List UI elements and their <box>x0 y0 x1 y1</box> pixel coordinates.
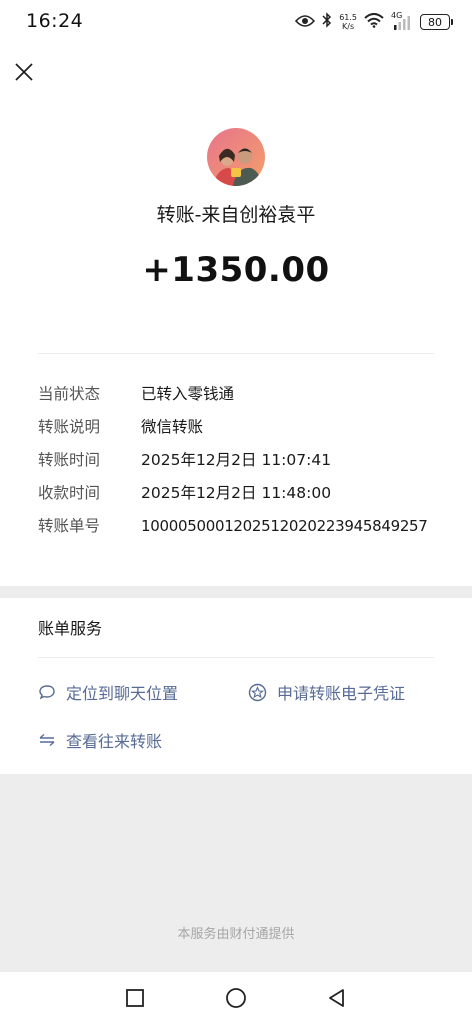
locate-chat-label: 定位到聊天位置 <box>66 684 179 703</box>
detail-value: 2025年12月2日 11:48:00 <box>141 484 332 502</box>
back-icon <box>329 989 344 1007</box>
certificate-icon <box>248 683 267 701</box>
divider <box>38 657 434 658</box>
chat-bubble-icon <box>39 685 55 700</box>
detail-row-transfer-id: 转账单号 1000050001202512020223945849257 <box>38 514 458 538</box>
close-icon <box>15 63 33 81</box>
detail-label: 转账时间 <box>38 451 101 469</box>
detail-label: 转账单号 <box>38 517 101 535</box>
detail-row-receive-time: 收款时间 2025年12月2日 11:48:00 <box>38 481 458 505</box>
detail-row-description: 转账说明 微信转账 <box>38 415 458 439</box>
back-button[interactable] <box>323 984 351 1012</box>
transfer-amount: +1350.00 <box>142 250 330 290</box>
detail-row-status: 当前状态 已转入零钱通 <box>38 382 458 406</box>
signal-icon: 4G <box>391 11 413 31</box>
bill-services-card: 账单服务 定位到聊天位置 申请转账电子凭证 查看往来转账 <box>0 598 472 774</box>
network-speed: 61.5 K/s <box>339 13 357 31</box>
detail-label: 收款时间 <box>38 484 101 502</box>
wifi-icon <box>364 12 384 32</box>
divider <box>38 353 434 354</box>
provider-note: 本服务由财付通提供 <box>177 927 295 942</box>
recent-apps-button[interactable] <box>121 984 149 1012</box>
services-heading: 账单服务 <box>38 619 103 638</box>
battery-indicator: 80 <box>420 14 453 30</box>
status-icons: 61.5 K/s 4G 80 <box>295 10 453 34</box>
home-button[interactable] <box>222 984 250 1012</box>
bluetooth-icon <box>322 12 332 32</box>
eye-icon <box>295 13 316 32</box>
avatar <box>207 128 265 186</box>
exchange-icon <box>39 733 55 747</box>
close-button[interactable] <box>10 58 38 86</box>
detail-label: 当前状态 <box>38 385 101 403</box>
recent-apps-icon <box>126 989 144 1007</box>
header-bar <box>0 44 472 100</box>
detail-value: 1000050001202512020223945849257 <box>141 517 428 535</box>
detail-row-transfer-time: 转账时间 2025年12月2日 11:07:41 <box>38 448 458 472</box>
detail-label: 转账说明 <box>38 418 101 436</box>
view-transfers-link[interactable]: 查看往来转账 <box>38 728 162 752</box>
detail-value: 2025年12月2日 11:07:41 <box>141 451 332 469</box>
status-time: 16:24 <box>26 10 84 32</box>
locate-chat-link[interactable]: 定位到聊天位置 <box>38 680 178 704</box>
view-transfers-label: 查看往来转账 <box>66 732 163 751</box>
transfer-title: 转账-来自创裕袁平 <box>156 204 316 226</box>
transfer-card: 转账-来自创裕袁平 +1350.00 当前状态 已转入零钱通 转账说明 微信转账… <box>0 100 472 586</box>
network-speed-unit: K/s <box>342 22 355 31</box>
detail-value: 已转入零钱通 <box>141 385 235 403</box>
apply-certificate-label: 申请转账电子凭证 <box>277 684 406 703</box>
status-bar: 16:24 61.5 K/s 4G 80 <box>0 0 472 44</box>
network-speed-value: 61.5 <box>339 13 357 22</box>
apply-certificate-link[interactable]: 申请转账电子凭证 <box>248 680 405 704</box>
detail-value: 微信转账 <box>141 418 204 436</box>
system-navigation-bar <box>0 972 472 1024</box>
home-icon <box>226 988 246 1008</box>
